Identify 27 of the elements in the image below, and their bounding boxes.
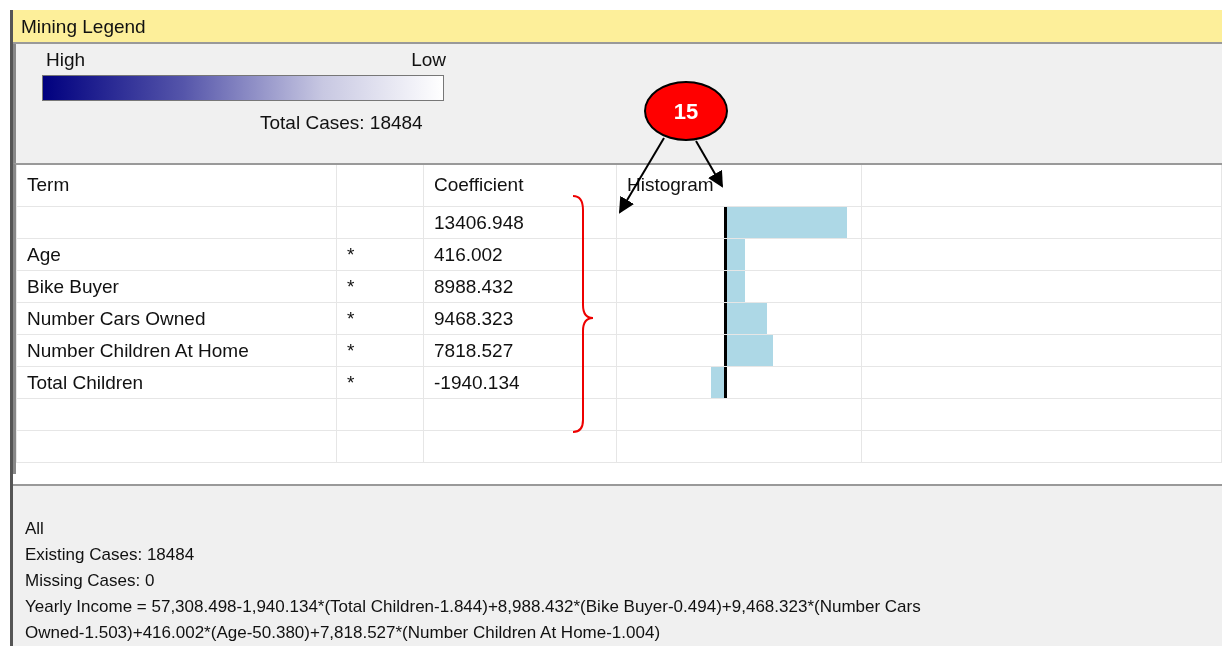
window-title: Mining Legend: [13, 10, 1222, 44]
detail-line: All: [25, 518, 45, 540]
term-cell: Total Children: [27, 371, 144, 393]
detail-line: Yearly Income = 57,308.498-1,940.134*(Total Children-1.844)+8,988.432*(Bike Buyer-0.494)+9,468.323*(Number Cars Owned-1.503)+416.002*(Age-50.380)+7,818.527*(Number Children At Home-1.004): [25, 596, 922, 644]
coefficient-cell: -1940.134: [434, 371, 520, 393]
significance-mark: *: [347, 371, 355, 393]
detail-line: Existing Cases: 18484: [25, 544, 196, 566]
total-cases-label: Total Cases:: [260, 111, 365, 133]
term-cell: Number Cars Owned: [27, 307, 206, 329]
significance-mark: *: [347, 243, 355, 265]
term-cell: Number Children At Home: [27, 339, 249, 361]
significance-mark: *: [347, 307, 355, 329]
term-cell: Age: [27, 243, 61, 265]
total-cases-value: 18484: [369, 111, 423, 133]
term-cell: Bike Buyer: [27, 275, 119, 297]
high-label: High: [46, 48, 86, 72]
coefficient-cell: 7818.527: [434, 339, 514, 361]
coefficient-cell: 13406.948: [434, 211, 524, 233]
coefficient-cell: 9468.323: [434, 307, 514, 329]
significance-mark: *: [347, 275, 355, 297]
column-header: Coefficient: [434, 174, 524, 196]
significance-mark: *: [347, 339, 355, 361]
coefficient-cell: 416.002: [434, 243, 503, 265]
detail-line: Missing Cases: 0: [25, 570, 156, 592]
coefficient-cell: 8988.432: [434, 275, 514, 297]
column-header: Term: [27, 174, 70, 196]
low-label: Low: [411, 48, 446, 72]
